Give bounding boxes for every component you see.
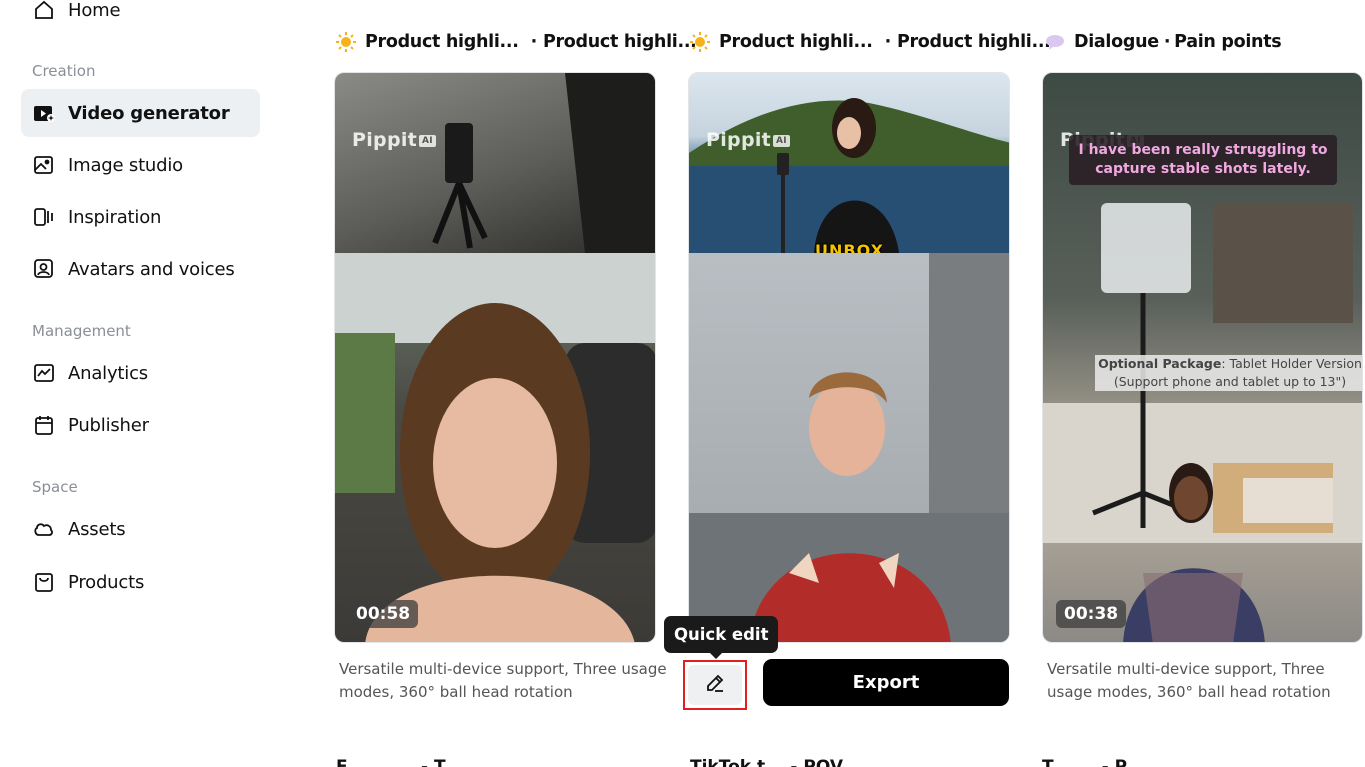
video-caption-overlay: I have been really struggling to capture… (1069, 135, 1337, 185)
next-row-card-2-title: TikTok t... - POV (690, 757, 843, 767)
sidebar-item-publisher[interactable]: Publisher (21, 401, 260, 449)
watermark: PippitAI (352, 129, 436, 151)
quick-edit-button-surface (688, 665, 742, 705)
cloud-icon (33, 518, 55, 540)
section-label-management: Management (32, 322, 131, 340)
card-1-tags: Product highli... · Product highli... (336, 32, 697, 52)
sun-icon (690, 32, 710, 52)
video-duration-badge: 00:38 (1056, 600, 1127, 628)
video-duration-badge: 00:58 (348, 600, 419, 628)
card-tag: Product highli... (365, 32, 519, 52)
section-label-space: Space (32, 478, 78, 496)
video-generator-icon (33, 102, 55, 124)
quick-edit-button[interactable] (683, 660, 747, 710)
pencil-icon (704, 672, 726, 699)
tag-separator: · (884, 32, 892, 52)
card-1-description: Versatile multi-device support, Three us… (339, 660, 667, 701)
home-icon (33, 0, 55, 21)
watermark: PippitAI (706, 129, 790, 151)
tag-separator: · (530, 32, 538, 52)
card-3-tags: Dialogue · Pain points (1045, 32, 1282, 52)
quick-edit-tooltip: Quick edit (664, 616, 779, 659)
card-2-tags: Product highli... · Product highli... (690, 32, 1051, 52)
sidebar-item-label: Products (68, 571, 145, 593)
sun-icon (336, 32, 356, 52)
thumbnail-scene-lake-vlogger (689, 73, 1009, 253)
sidebar-item-analytics[interactable]: Analytics (21, 349, 260, 397)
image-studio-icon (33, 154, 55, 176)
sidebar-item-label: Home (68, 0, 121, 21)
thumbnail-scene-car-ceiling (335, 73, 655, 253)
video-thumbnail-3[interactable]: PippitAI I have been really struggling t… (1042, 72, 1363, 643)
card-3-description: Versatile multi-device support, Three us… (1047, 660, 1331, 701)
sidebar-item-image-studio[interactable]: Image studio (21, 141, 260, 189)
analytics-icon (33, 362, 55, 384)
speech-bubble-icon (1045, 32, 1065, 52)
sidebar-item-label: Inspiration (68, 206, 162, 228)
video-thumbnail-2[interactable]: UNBOX Pippit AI (688, 72, 1010, 643)
avatar-icon (33, 258, 55, 280)
card-tag: Pain points (1174, 32, 1282, 52)
sidebar-item-assets[interactable]: Assets (21, 505, 260, 553)
optional-package-caption: Optional Package: Tablet Holder Version … (1095, 355, 1362, 391)
next-row-card-1-title: F... ... ... - T... (336, 757, 463, 767)
card-tag: Dialogue (1074, 32, 1159, 52)
card-tag: Product highli... (542, 32, 697, 52)
sidebar-item-video-generator[interactable]: Video generator (21, 89, 260, 137)
export-button[interactable]: Export (763, 659, 1009, 706)
sidebar-item-label: Assets (68, 518, 126, 540)
inspiration-icon (33, 206, 55, 228)
bag-icon (33, 571, 55, 593)
sidebar-item-label: Image studio (68, 154, 183, 176)
card-tag: Product highli... (896, 32, 1051, 52)
calendar-icon (33, 414, 55, 436)
section-label-creation: Creation (32, 62, 96, 80)
sidebar-item-label: Analytics (68, 362, 148, 384)
thumbnail-scene-man-on-couch (689, 253, 1009, 642)
card-tag: Product highli... (719, 32, 873, 52)
sidebar-item-avatars-and-voices[interactable]: Avatars and voices (21, 245, 260, 293)
video-thumbnail-1[interactable]: Pippit AI 00:58 (334, 72, 656, 643)
tag-separator: · (1163, 32, 1171, 52)
sidebar-item-inspiration[interactable]: Inspiration (21, 193, 260, 241)
sidebar: Home Creation Video generator Image stud… (0, 0, 290, 767)
sidebar-item-label: Publisher (68, 414, 149, 436)
sidebar-item-label: Video generator (68, 102, 230, 124)
sidebar-item-products[interactable]: Products (21, 558, 260, 606)
next-row-card-3-title: T... ... - P... (1042, 757, 1144, 767)
sidebar-item-label: Avatars and voices (68, 258, 235, 280)
thumbnail-scene-woman-in-car (335, 253, 655, 642)
sidebar-item-home[interactable]: Home (21, 0, 260, 34)
